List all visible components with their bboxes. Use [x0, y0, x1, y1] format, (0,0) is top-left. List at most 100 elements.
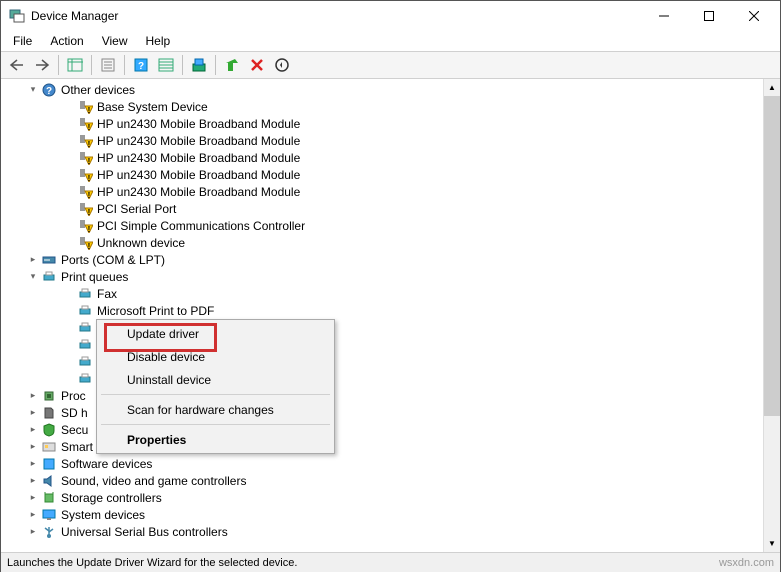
menu-view[interactable]: View [94, 32, 136, 50]
chevron-right-icon: ▸ [27, 424, 39, 436]
tree-item[interactable]: !HP un2430 Mobile Broadband Module [1, 115, 763, 132]
svg-text:!: ! [88, 225, 91, 233]
sd-icon [41, 405, 57, 421]
chevron-right-icon: ▸ [27, 492, 39, 504]
context-menu: Update driver Disable device Uninstall d… [96, 319, 335, 454]
tree-item[interactable]: !PCI Serial Port [1, 200, 763, 217]
chevron-right-icon: ▸ [27, 390, 39, 402]
svg-text:!: ! [88, 242, 91, 250]
minimize-button[interactable] [641, 2, 686, 31]
scrollbar-thumb[interactable] [764, 96, 780, 416]
svg-text:!: ! [88, 140, 91, 148]
close-button[interactable] [731, 2, 776, 31]
svg-text:!: ! [88, 191, 91, 199]
show-hide-button[interactable] [63, 53, 87, 77]
svg-text:!: ! [88, 208, 91, 216]
uninstall-button[interactable] [245, 53, 269, 77]
device-tree[interactable]: ▾?Other devices !Base System Device !HP … [1, 79, 763, 552]
enable-button[interactable] [220, 53, 244, 77]
scrollbar-track[interactable] [764, 96, 780, 535]
tree-item[interactable]: Fax [1, 285, 763, 302]
scan-hardware-button[interactable] [270, 53, 294, 77]
ctx-scan-hardware[interactable]: Scan for hardware changes [99, 398, 332, 421]
ctx-update-driver[interactable]: Update driver [99, 322, 332, 345]
tree-category-ports[interactable]: ▸Ports (COM & LPT) [1, 251, 763, 268]
view-button[interactable] [154, 53, 178, 77]
menu-file[interactable]: File [5, 32, 40, 50]
printer-icon [77, 320, 93, 336]
chevron-down-icon: ▾ [27, 271, 39, 283]
ctx-properties[interactable]: Properties [99, 428, 332, 451]
warning-device-icon: ! [77, 133, 93, 149]
chevron-right-icon: ▸ [27, 254, 39, 266]
tree-category-sound[interactable]: ▸Sound, video and game controllers [1, 472, 763, 489]
scroll-up-button[interactable]: ▲ [764, 79, 780, 96]
tree-item[interactable]: !HP un2430 Mobile Broadband Module [1, 183, 763, 200]
security-icon [41, 422, 57, 438]
printer-icon [41, 269, 57, 285]
tree-item[interactable]: !HP un2430 Mobile Broadband Module [1, 166, 763, 183]
separator [101, 394, 330, 395]
warning-device-icon: ! [77, 116, 93, 132]
status-text: Launches the Update Driver Wizard for th… [7, 557, 297, 569]
software-icon [41, 456, 57, 472]
tree-item[interactable]: !Unknown device [1, 234, 763, 251]
chevron-down-icon: ▾ [27, 84, 39, 96]
warning-device-icon: ! [77, 99, 93, 115]
tree-item[interactable]: !HP un2430 Mobile Broadband Module [1, 149, 763, 166]
devmgr-icon [9, 8, 25, 24]
sound-icon [41, 473, 57, 489]
chevron-right-icon: ▸ [27, 458, 39, 470]
window-title: Device Manager [31, 9, 641, 23]
printer-icon [77, 303, 93, 319]
storage-icon [41, 490, 57, 506]
tree-item[interactable]: !Base System Device [1, 98, 763, 115]
tree-category-storage[interactable]: ▸Storage controllers [1, 489, 763, 506]
menu-action[interactable]: Action [42, 32, 91, 50]
forward-button[interactable] [30, 53, 54, 77]
tree-category-usb[interactable]: ▸Universal Serial Bus controllers [1, 523, 763, 540]
properties-button[interactable] [96, 53, 120, 77]
ctx-disable-device[interactable]: Disable device [99, 345, 332, 368]
separator [101, 424, 330, 425]
printer-icon [77, 354, 93, 370]
warning-device-icon: ! [77, 150, 93, 166]
svg-text:?: ? [138, 61, 144, 72]
warning-device-icon: ! [77, 235, 93, 251]
chevron-right-icon: ▸ [27, 407, 39, 419]
ctx-uninstall-device[interactable]: Uninstall device [99, 368, 332, 391]
warning-device-icon: ! [77, 184, 93, 200]
tree-item[interactable]: Microsoft Print to PDF [1, 302, 763, 319]
warning-device-icon: ! [77, 201, 93, 217]
printer-icon [77, 286, 93, 302]
unknown-icon: ? [41, 82, 57, 98]
tree-category-sysdev[interactable]: ▸System devices [1, 506, 763, 523]
watermark: wsxdn.com [719, 557, 774, 569]
chevron-right-icon: ▸ [27, 526, 39, 538]
tree-item[interactable]: !HP un2430 Mobile Broadband Module [1, 132, 763, 149]
tree-category-software[interactable]: ▸Software devices [1, 455, 763, 472]
printer-icon [77, 371, 93, 387]
update-driver-button[interactable] [187, 53, 211, 77]
menu-help[interactable]: Help [138, 32, 179, 50]
tree-category-other[interactable]: ▾?Other devices [1, 81, 763, 98]
maximize-button[interactable] [686, 2, 731, 31]
tree-item[interactable]: !PCI Simple Communications Controller [1, 217, 763, 234]
smartcard-icon [41, 439, 57, 455]
chevron-right-icon: ▸ [27, 441, 39, 453]
tree-category-print[interactable]: ▾Print queues [1, 268, 763, 285]
chevron-right-icon: ▸ [27, 509, 39, 521]
cpu-icon [41, 388, 57, 404]
vertical-scrollbar[interactable]: ▲ ▼ [763, 79, 780, 552]
chevron-right-icon: ▸ [27, 475, 39, 487]
warning-device-icon: ! [77, 167, 93, 183]
system-icon [41, 507, 57, 523]
back-button[interactable] [5, 53, 29, 77]
port-icon [41, 252, 57, 268]
svg-text:!: ! [88, 123, 91, 131]
help-button[interactable]: ? [129, 53, 153, 77]
svg-text:!: ! [88, 174, 91, 182]
usb-icon [41, 524, 57, 540]
scroll-down-button[interactable]: ▼ [764, 535, 780, 552]
warning-device-icon: ! [77, 218, 93, 234]
